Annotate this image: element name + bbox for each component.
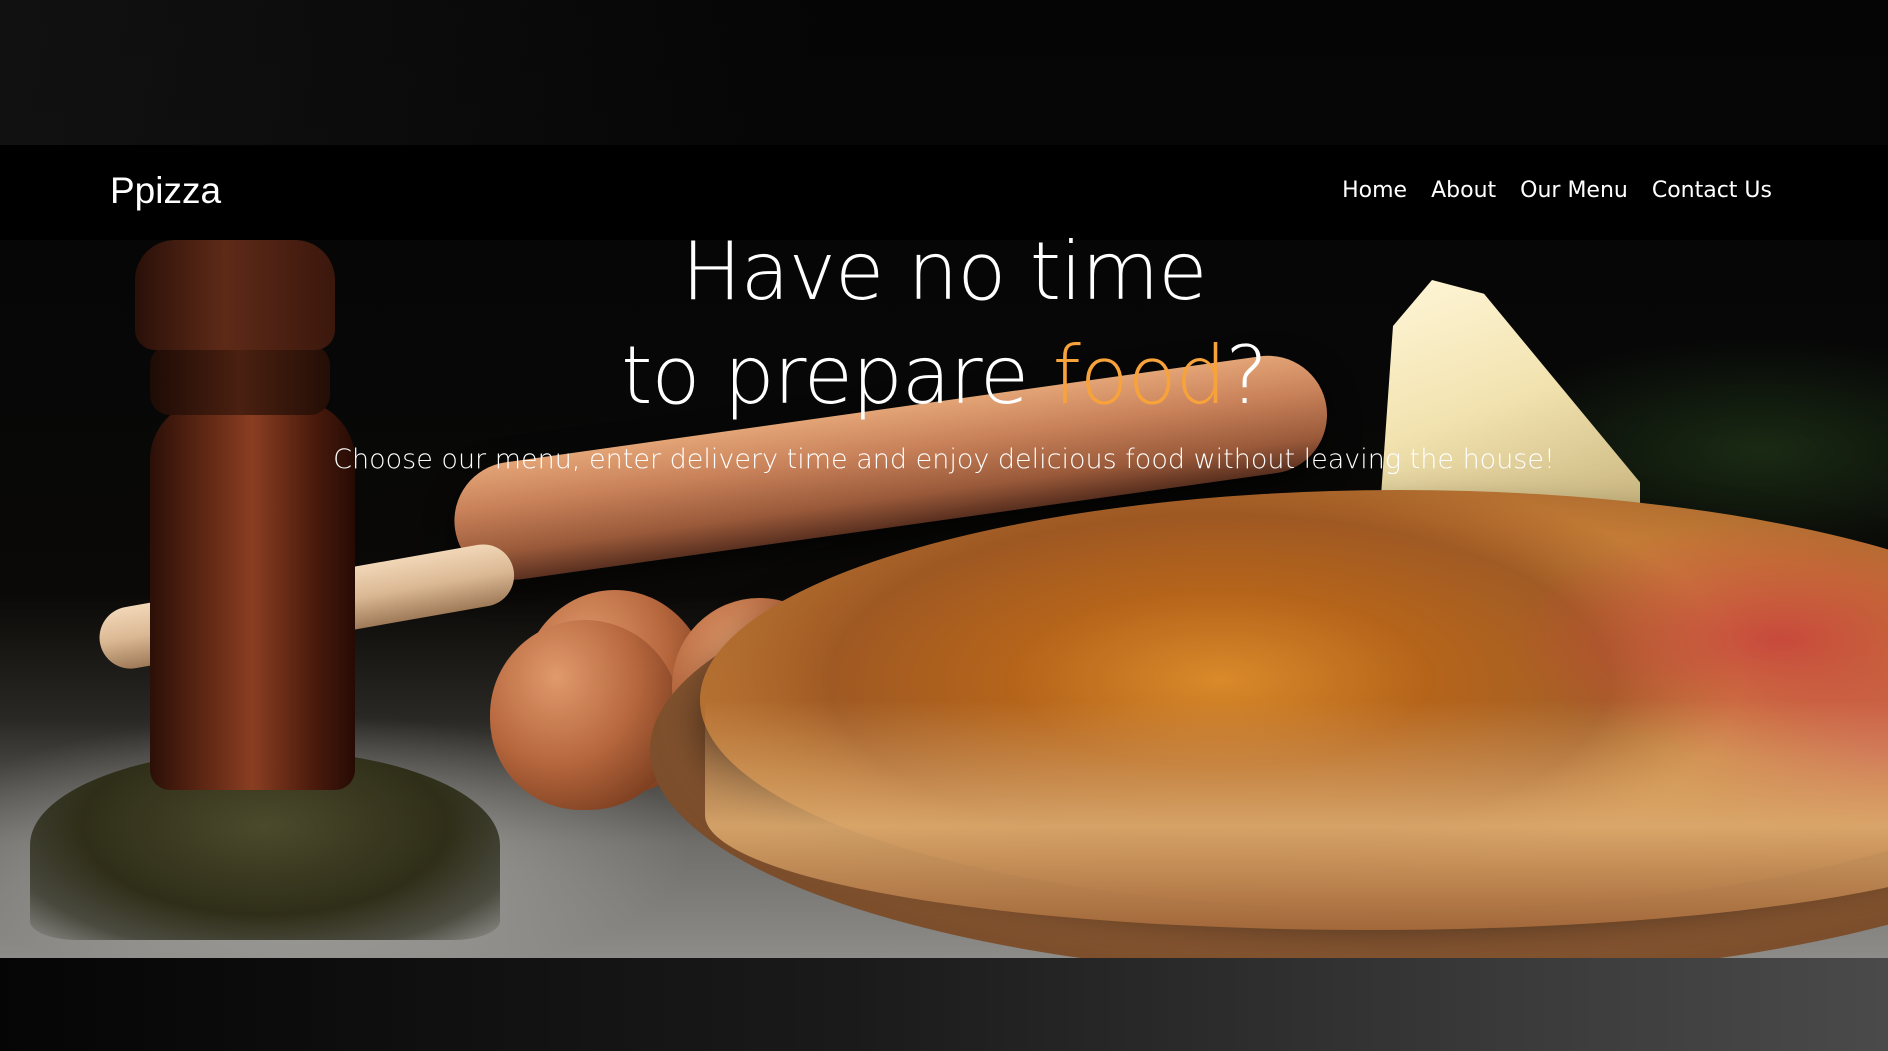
nav-link-contact-us[interactable]: Contact Us bbox=[1652, 175, 1772, 207]
headline-line-2-prefix: to prepare bbox=[621, 329, 1053, 422]
egg bbox=[490, 620, 680, 810]
hero-background-image bbox=[0, 0, 1888, 958]
background-sheen bbox=[0, 0, 1000, 145]
headline-line-1: Have no time bbox=[681, 225, 1208, 318]
hero-headline: Have no time to prepare food? bbox=[0, 220, 1888, 428]
nav-link-about[interactable]: About bbox=[1431, 175, 1496, 207]
headline-accent-word: food bbox=[1052, 329, 1227, 422]
hero-text: Have no time to prepare food? Choose our… bbox=[0, 220, 1888, 478]
nav-links: Home About Our Menu Contact Us bbox=[1342, 175, 1772, 207]
brand-logo-link[interactable]: Ppizza bbox=[110, 169, 221, 213]
nav-link-our-menu[interactable]: Our Menu bbox=[1520, 175, 1628, 207]
page-footer-strip bbox=[0, 958, 1888, 1051]
headline-line-2-suffix: ? bbox=[1225, 329, 1267, 422]
hero-subtitle: Choose our menu, enter delivery time and… bbox=[333, 444, 1555, 475]
nav-link-home[interactable]: Home bbox=[1342, 175, 1407, 207]
landing-page: Ppizza Home About Our Menu Contact Us Ha… bbox=[0, 0, 1888, 1051]
